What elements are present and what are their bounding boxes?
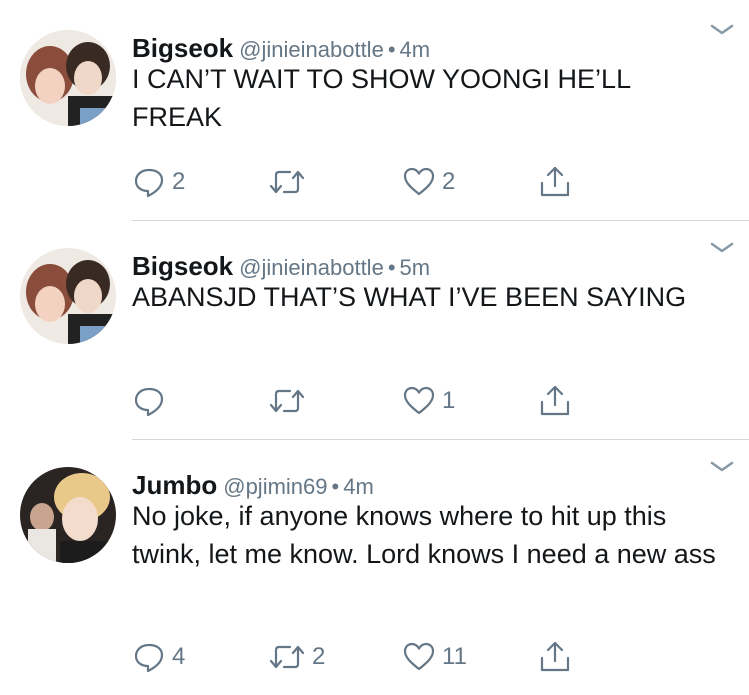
tweet[interactable]: Bigseok @jinieinabottle • 4m I CAN’T WAIT T…	[0, 24, 749, 220]
timestamp[interactable]: 4m	[400, 37, 431, 62]
separator-dot: •	[387, 255, 396, 280]
heart-icon	[403, 167, 435, 196]
retweet-icon	[269, 389, 305, 413]
heart-icon	[403, 386, 435, 415]
retweet-button[interactable]	[268, 162, 312, 202]
retweet-button[interactable]: 2	[268, 637, 325, 677]
reply-icon	[134, 168, 164, 198]
retweet-icon	[269, 170, 305, 194]
like-count: 1	[442, 387, 456, 414]
user-handle[interactable]: @pjimin69	[223, 474, 327, 499]
share-button[interactable]	[538, 162, 572, 202]
share-button[interactable]	[538, 381, 572, 421]
reply-button[interactable]: 2	[132, 162, 185, 202]
timestamp[interactable]: 4m	[343, 474, 374, 499]
avatar[interactable]	[20, 30, 116, 126]
tweet-text: No joke, if anyone knows where to hit up…	[132, 501, 716, 569]
tweet-text: ABANSJD THAT’S WHAT I’VE BEEN SAYING	[132, 282, 687, 312]
retweet-icon	[269, 645, 305, 669]
tweet-actions: 2 2	[132, 162, 592, 202]
tweet-actions: 4 2 11	[132, 637, 592, 677]
divider	[132, 439, 749, 440]
reply-button[interactable]: 4	[132, 637, 185, 677]
timestamp[interactable]: 5m	[400, 255, 431, 280]
chevron-down-icon[interactable]	[709, 459, 735, 475]
like-button[interactable]: 2	[402, 162, 455, 202]
chevron-down-icon[interactable]	[709, 22, 735, 38]
reply-icon	[134, 643, 164, 673]
like-count: 2	[442, 168, 456, 195]
like-button[interactable]: 11	[402, 637, 467, 677]
share-icon	[540, 166, 570, 197]
reply-button[interactable]	[132, 381, 172, 421]
user-handle[interactable]: @jinieinabottle	[239, 255, 384, 280]
display-name[interactable]: Bigseok	[132, 33, 233, 63]
like-count: 11	[442, 643, 467, 670]
share-button[interactable]	[538, 637, 572, 677]
heart-icon	[403, 642, 435, 671]
display-name[interactable]: Jumbo	[132, 470, 217, 500]
share-icon	[540, 641, 570, 672]
retweet-button[interactable]	[268, 381, 312, 421]
reply-count: 2	[172, 168, 186, 195]
reply-count: 4	[172, 643, 186, 670]
chevron-down-icon[interactable]	[709, 240, 735, 256]
reply-icon	[134, 387, 164, 417]
timeline-feed: Bigseok @jinieinabottle • 4m I CAN’T WAIT T…	[0, 0, 749, 695]
user-handle[interactable]: @jinieinabottle	[239, 37, 384, 62]
display-name[interactable]: Bigseok	[132, 251, 233, 281]
divider	[132, 220, 749, 221]
separator-dot: •	[387, 37, 396, 62]
avatar[interactable]	[20, 467, 116, 563]
share-icon	[540, 385, 570, 416]
tweet[interactable]: Bigseok @jinieinabottle • 5m ABANSJD THAT’S…	[0, 242, 749, 438]
retweet-count: 2	[312, 643, 326, 670]
tweet-actions: 1	[132, 381, 592, 421]
avatar[interactable]	[20, 248, 116, 344]
like-button[interactable]: 1	[402, 381, 455, 421]
tweet[interactable]: Jumbo @pjimin69 • 4m No joke, if anyone kno…	[0, 461, 749, 695]
separator-dot: •	[331, 474, 340, 499]
tweet-text: I CAN’T WAIT TO SHOW YOONGI HE’LL FREAK	[132, 64, 631, 132]
